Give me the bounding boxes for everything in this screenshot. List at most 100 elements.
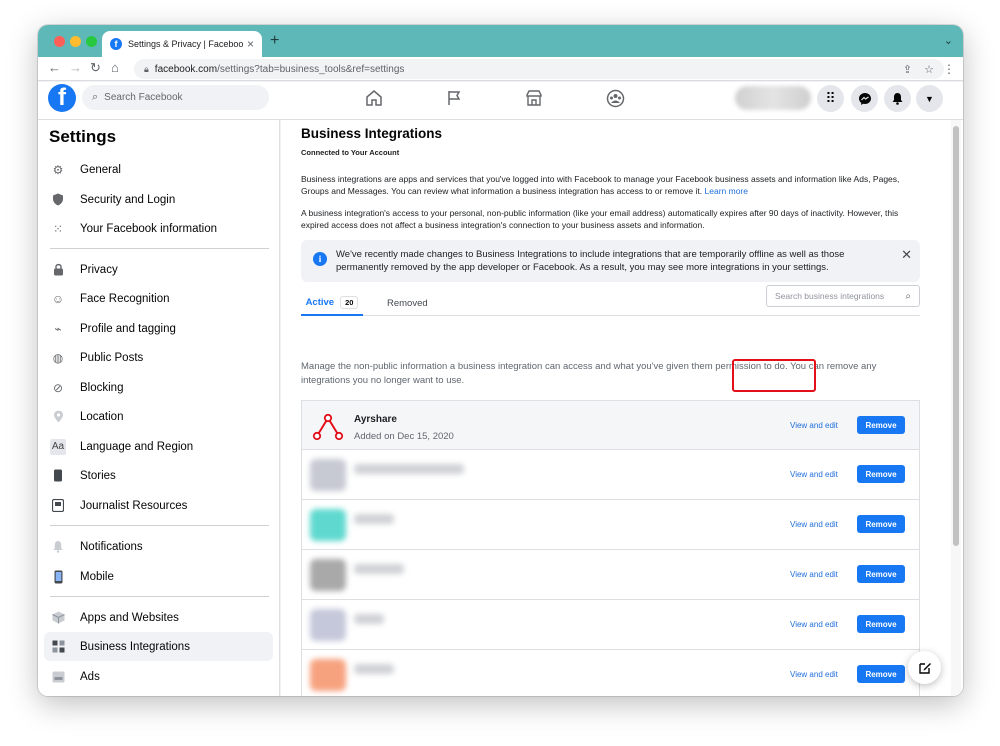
banner-text: We've recently made changes to Business … xyxy=(336,249,845,273)
pin-icon xyxy=(50,409,66,425)
view-and-edit-link[interactable]: View and edit xyxy=(790,470,838,479)
business-search-input[interactable]: Search business integrations ⌕ xyxy=(766,285,920,307)
minimize-window-button[interactable] xyxy=(70,36,81,47)
forward-arrow-icon[interactable]: → xyxy=(69,60,82,75)
search-icon: ⌕ xyxy=(92,91,99,103)
phone-icon xyxy=(50,569,66,585)
browser-tab[interactable]: f Settings & Privacy | Facebook × xyxy=(102,31,262,57)
browser-toolbar: ← → ↻ ⌂ 🔒︎ facebook.com/settings?tab=bus… xyxy=(38,57,963,81)
facebook-search-input[interactable]: ⌕ Search Facebook xyxy=(82,85,269,110)
home-nav-icon[interactable] xyxy=(363,87,385,109)
back-arrow-icon[interactable]: ← xyxy=(48,60,61,75)
sidebar-item-label: Ads xyxy=(80,670,100,683)
sidebar-item-label: Apps and Websites xyxy=(80,611,179,624)
language-icon: Aa xyxy=(50,438,66,455)
sidebar-item-label: Journalist Resources xyxy=(80,499,188,512)
sidebar-item-notifications[interactable]: Notifications xyxy=(44,532,273,561)
tab-removed[interactable]: Removed xyxy=(387,298,428,309)
close-window-button[interactable] xyxy=(54,36,65,47)
sidebar-item-public-posts[interactable]: ◍ Public Posts xyxy=(44,343,273,372)
sidebar-item-label: Language and Region xyxy=(80,440,194,453)
bookmark-star-icon[interactable]: ☆ xyxy=(924,63,934,76)
sidebar-divider xyxy=(50,596,269,597)
sidebar-item-label: Blocking xyxy=(80,381,124,394)
url-host: facebook.com xyxy=(154,63,218,75)
integration-name: Ayrshare xyxy=(354,414,397,425)
sidebar-item-location[interactable]: Location xyxy=(44,402,273,431)
shield-icon xyxy=(50,192,66,208)
block-user-icon: ⊘ xyxy=(52,380,64,395)
facebook-favicon-icon: f xyxy=(110,38,122,50)
integration-logo xyxy=(310,609,346,641)
tab-strip: f Settings & Privacy | Facebook × + ⌄ xyxy=(38,25,963,57)
account-chevron-down-icon[interactable]: ▼ xyxy=(916,85,943,112)
sidebar-item-label: Location xyxy=(80,410,124,423)
tab-active[interactable]: Active 20 xyxy=(301,290,363,316)
close-icon[interactable]: ✕ xyxy=(901,247,912,263)
sidebar-item-privacy[interactable]: Privacy xyxy=(44,255,273,284)
integration-logo xyxy=(310,659,346,691)
search-placeholder: Search Facebook xyxy=(104,92,183,103)
remove-button[interactable]: Remove xyxy=(857,465,905,483)
intro-paragraph: Business integrations are apps and servi… xyxy=(301,173,921,197)
sidebar-item-security[interactable]: Security and Login xyxy=(44,185,273,214)
facebook-logo-icon[interactable]: f xyxy=(48,84,76,112)
close-tab-icon[interactable]: × xyxy=(247,37,254,51)
view-and-edit-link[interactable]: View and edit xyxy=(790,421,838,430)
new-tab-icon[interactable]: + xyxy=(270,32,279,50)
sidebar-item-label: Face Recognition xyxy=(80,292,170,305)
profile-avatar[interactable] xyxy=(735,86,811,110)
sidebar-item-your-facebook-information[interactable]: ⁙ Your Facebook information xyxy=(44,214,273,243)
marketplace-icon[interactable] xyxy=(523,87,545,109)
address-bar[interactable]: 🔒︎ facebook.com/settings?tab=business_to… xyxy=(134,59,944,79)
sidebar-item-face-recognition[interactable]: ☺ Face Recognition xyxy=(44,284,273,313)
view-and-edit-link[interactable]: View and edit xyxy=(790,620,838,629)
integration-name-redacted xyxy=(354,514,394,524)
remove-button[interactable]: Remove xyxy=(857,416,905,434)
box-icon xyxy=(50,610,66,626)
integration-logo xyxy=(310,459,346,491)
groups-icon[interactable] xyxy=(604,87,626,109)
remove-button[interactable]: Remove xyxy=(857,565,905,583)
remove-button[interactable]: Remove xyxy=(857,615,905,633)
main-scrollbar[interactable] xyxy=(951,120,961,696)
remove-button[interactable]: Remove xyxy=(857,515,905,533)
learn-more-link[interactable]: Learn more xyxy=(705,186,748,196)
maximize-window-button[interactable] xyxy=(86,36,97,47)
integration-added-date: Added on Dec 15, 2020 xyxy=(354,431,454,442)
sidebar-item-profile-and-tagging[interactable]: ⌁ Profile and tagging xyxy=(44,314,273,343)
menu-grid-icon[interactable]: ⠿ xyxy=(817,85,844,112)
home-icon[interactable]: ⌂ xyxy=(111,60,119,75)
tab-search-chevron-icon[interactable]: ⌄ xyxy=(944,34,953,47)
view-and-edit-link[interactable]: View and edit xyxy=(790,520,838,529)
integration-name-redacted xyxy=(354,614,384,624)
browser-menu-icon[interactable]: ⋮ xyxy=(943,62,955,76)
sidebar-item-label: General xyxy=(80,163,121,176)
sidebar-item-stories[interactable]: Stories xyxy=(44,461,273,490)
view-and-edit-link[interactable]: View and edit xyxy=(790,670,838,679)
view-and-edit-link[interactable]: View and edit xyxy=(790,570,838,579)
sidebar-item-ads[interactable]: Ads xyxy=(44,662,273,691)
sidebar-item-label: Notifications xyxy=(80,540,143,553)
notifications-bell-icon[interactable] xyxy=(884,85,911,112)
sidebar-item-general[interactable]: ⚙ General xyxy=(44,155,273,184)
browser-window: f Settings & Privacy | Facebook × + ⌄ ← … xyxy=(38,25,963,696)
scrollbar-thumb[interactable] xyxy=(953,126,959,546)
sidebar-item-apps-and-websites[interactable]: Apps and Websites xyxy=(44,603,273,632)
pages-flag-icon[interactable] xyxy=(443,87,465,109)
messenger-icon[interactable] xyxy=(851,85,878,112)
new-message-compose-icon[interactable] xyxy=(908,651,941,684)
sidebar-item-business-integrations[interactable]: Business Integrations xyxy=(44,632,273,661)
sidebar-item-mobile[interactable]: Mobile xyxy=(44,562,273,591)
share-icon[interactable]: ⇪ xyxy=(903,63,912,76)
sidebar-item-blocking[interactable]: ⊘ Blocking xyxy=(44,373,273,402)
sidebar-item-journalist-resources[interactable]: Journalist Resources xyxy=(44,491,273,520)
sidebar-item-language-and-region[interactable]: Aa Language and Region xyxy=(44,432,273,461)
integration-row: View and edit Remove xyxy=(301,650,920,696)
ayrshare-logo-icon xyxy=(310,410,346,442)
bell-icon xyxy=(50,539,66,555)
remove-button[interactable]: Remove xyxy=(857,665,905,683)
sidebar-item-label: Privacy xyxy=(80,263,118,276)
reload-icon[interactable]: ↻ xyxy=(90,60,101,76)
info-banner: i We've recently made changes to Busines… xyxy=(301,240,920,282)
